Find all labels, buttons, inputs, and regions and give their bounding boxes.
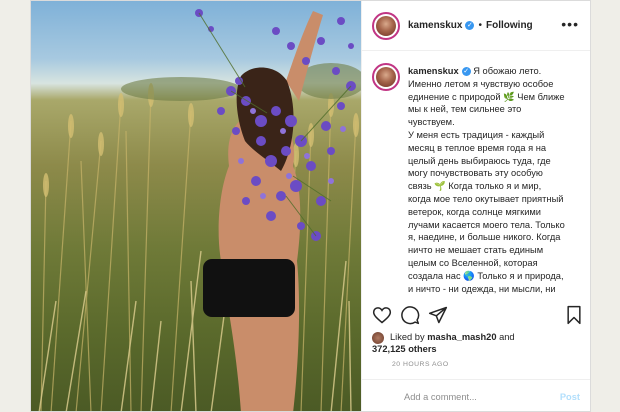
caption-line: целый день выбираюсь туда, где: [408, 155, 551, 166]
liker-avatar: [372, 332, 384, 344]
caption-line: ничто не мешает стать единым: [408, 245, 544, 256]
post-photo[interactable]: [31, 1, 361, 411]
verified-icon: ✓: [461, 67, 471, 77]
caption-line: kamenskux ✓ Я обожаю лето.: [408, 65, 580, 78]
caption-line: У меня есть традиция - каждый: [408, 129, 545, 140]
share-icon[interactable]: [428, 305, 448, 325]
post-side-panel: kamenskux ✓ • Following ••• kamenskux ✓ Я…: [361, 1, 590, 411]
heart-icon[interactable]: [372, 305, 392, 325]
caption-username[interactable]: kamenskux: [408, 66, 459, 76]
caption-line: лучами касается моего тела. Только: [408, 219, 565, 230]
following-button[interactable]: Following: [486, 20, 533, 31]
caption-line: единение с природой 🌿 Чем ближе: [408, 91, 565, 102]
caption-line: я, наедине, и больше никого. Когда: [408, 232, 561, 243]
more-options-icon[interactable]: •••: [561, 17, 579, 31]
caption-text: kamenskux ✓ Я обожаю лето. Именно летом я…: [408, 65, 580, 295]
caption-line-text: Я обожаю лето.: [473, 66, 542, 76]
caption-line: могу почувствовать эту особую: [408, 168, 543, 179]
caption: kamenskux ✓ Я обожаю лето. Именно летом я…: [372, 63, 584, 295]
meadow-illustration: [38, 9, 361, 411]
post-header: kamenskux ✓ • Following •••: [362, 1, 590, 51]
caption-avatar[interactable]: [372, 63, 400, 91]
caption-line: когда мое тело окутывает приятный: [408, 193, 564, 204]
instagram-post-window: kamenskux ✓ • Following ••• kamenskux ✓ Я…: [30, 0, 591, 412]
liker-username[interactable]: masha_mash20: [427, 332, 496, 342]
caption-line: связь 🌱 Когда только я и мир,: [408, 181, 542, 192]
comment-icon[interactable]: [400, 305, 420, 325]
comment-box: Add a comment... Post: [362, 379, 590, 411]
username-link[interactable]: kamenskux: [408, 20, 462, 31]
separator-dot: •: [478, 20, 482, 31]
caption-line: чувствуем.: [408, 117, 455, 128]
likes-summary: Liked by masha_mash20 and 372,125 others: [372, 331, 584, 355]
avatar[interactable]: [372, 11, 400, 40]
likes-count[interactable]: 372,125 others: [372, 344, 437, 354]
post-comment-button[interactable]: Post: [560, 392, 580, 402]
caption-line: и ничто - ни одежда, ни мысли, ни: [408, 283, 556, 294]
caption-line: целым со Вселенной, которая: [408, 257, 538, 268]
liked-by-label: Liked by: [390, 332, 425, 342]
and-label: and: [499, 332, 515, 342]
caption-line: месяц в теплое время года я на: [408, 142, 547, 153]
bookmark-icon[interactable]: [564, 305, 584, 325]
caption-line: мы к ней, тем сильнее это: [408, 104, 522, 115]
comment-input[interactable]: Add a comment...: [404, 392, 560, 402]
verified-icon: ✓: [465, 21, 475, 30]
action-bar: [372, 305, 584, 327]
post-timestamp[interactable]: 20 HOURS AGO: [392, 361, 449, 368]
caption-line: Именно летом я чувствую особое: [408, 78, 554, 89]
caption-line: создала нас 🌎 Только я и природа,: [408, 270, 564, 281]
caption-line: ветерок, когда солнце мягкими: [408, 206, 542, 217]
censor-bar: [203, 259, 295, 317]
